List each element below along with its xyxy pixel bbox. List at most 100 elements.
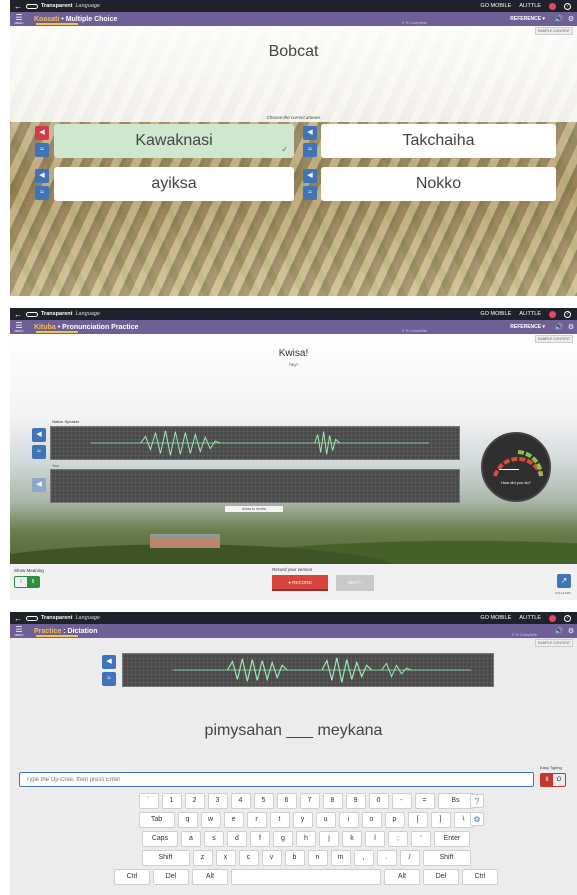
key-Shift[interactable]: Shift xyxy=(141,850,190,866)
key-/[interactable]: / xyxy=(399,850,420,866)
play-audio-icon[interactable]: ◀ xyxy=(32,478,46,492)
key-n[interactable]: n xyxy=(307,850,328,866)
settings-icon[interactable]: ⚙ xyxy=(565,627,577,635)
menu-icon[interactable]: ☰ MENU xyxy=(10,321,28,333)
slow-audio-icon[interactable]: ≈ xyxy=(35,143,49,157)
menu-icon[interactable]: ☰ MENU xyxy=(10,625,28,637)
key-`[interactable]: ` xyxy=(138,793,159,809)
answer-input[interactable] xyxy=(19,772,534,787)
flag-icon[interactable] xyxy=(549,2,556,10)
key-Bs[interactable]: Bs xyxy=(437,793,474,809)
go-mobile-link[interactable]: GO MOBILE xyxy=(480,311,511,317)
key-q[interactable]: q xyxy=(177,812,198,828)
settings-icon[interactable]: ⚙ xyxy=(470,812,484,826)
key-Alt[interactable]: Alt xyxy=(384,869,420,885)
key-h[interactable]: h xyxy=(296,831,316,847)
key-i[interactable]: i xyxy=(338,812,359,828)
key-l[interactable]: l xyxy=(365,831,385,847)
key-Caps[interactable]: Caps xyxy=(142,831,178,847)
user-menu[interactable]: ALITTLE xyxy=(519,311,541,317)
key-7[interactable]: 7 xyxy=(299,793,320,809)
slow-audio-icon[interactable]: ≈ xyxy=(102,672,116,686)
play-audio-icon[interactable]: ◀ xyxy=(303,169,317,183)
key-.[interactable]: . xyxy=(376,850,397,866)
key-s[interactable]: s xyxy=(204,831,224,847)
slow-audio-icon[interactable]: ≈ xyxy=(303,186,317,200)
back-arrow-icon[interactable]: ← xyxy=(10,614,26,623)
key-Del[interactable]: Del xyxy=(423,869,459,885)
back-arrow-icon[interactable]: ← xyxy=(10,310,26,319)
show-meaning-toggle[interactable]: I II xyxy=(14,576,40,588)
key-0[interactable]: 0 xyxy=(368,793,389,809)
key-w[interactable]: w xyxy=(200,812,221,828)
back-arrow-icon[interactable]: ← xyxy=(10,2,26,11)
flag-icon[interactable] xyxy=(549,614,556,622)
audio-icon[interactable]: 🔊 xyxy=(553,627,565,635)
key-e[interactable]: e xyxy=(223,812,244,828)
key-Del[interactable]: Del xyxy=(153,869,189,885)
key-Ctrl[interactable]: Ctrl xyxy=(462,869,498,885)
key-b[interactable]: b xyxy=(284,850,305,866)
key-c[interactable]: c xyxy=(238,850,259,866)
key-f[interactable]: f xyxy=(250,831,270,847)
key-m[interactable]: m xyxy=(330,850,351,866)
user-menu[interactable]: ALITTLE xyxy=(519,3,541,9)
key-Tab[interactable]: Tab xyxy=(138,812,175,828)
slow-audio-icon[interactable]: ≈ xyxy=(32,445,46,459)
key--[interactable]: - xyxy=(391,793,412,809)
key-[[interactable]: [ xyxy=(407,812,428,828)
key-Shift[interactable]: Shift xyxy=(422,850,471,866)
play-audio-icon[interactable]: ◀ xyxy=(35,169,49,183)
flag-icon[interactable] xyxy=(549,310,556,318)
key-y[interactable]: y xyxy=(292,812,313,828)
key-space[interactable] xyxy=(231,869,381,885)
key-2[interactable]: 2 xyxy=(184,793,205,809)
speaker-icon[interactable]: ↗ xyxy=(557,574,571,588)
reference-menu[interactable]: REFERENCE ▾ xyxy=(510,324,545,330)
help-icon[interactable]: ? xyxy=(564,2,571,10)
settings-icon[interactable]: ⚙ xyxy=(565,323,577,331)
key-8[interactable]: 8 xyxy=(322,793,343,809)
play-audio-icon[interactable]: ◀ xyxy=(32,428,46,442)
key-,[interactable]: , xyxy=(353,850,374,866)
key-k[interactable]: k xyxy=(342,831,362,847)
audio-icon[interactable]: 🔊 xyxy=(553,323,565,331)
key-][interactable]: ] xyxy=(430,812,451,828)
answer-option[interactable]: ayiksa xyxy=(54,167,294,201)
key-5[interactable]: 5 xyxy=(253,793,274,809)
slow-audio-icon[interactable]: ≈ xyxy=(35,186,49,200)
play-audio-icon[interactable]: ◀ xyxy=(102,655,116,669)
key-t[interactable]: t xyxy=(269,812,290,828)
easy-typing-toggle[interactable]: II O xyxy=(540,773,566,787)
user-menu[interactable]: ALITTLE xyxy=(519,615,541,621)
key-u[interactable]: u xyxy=(315,812,336,828)
play-audio-icon[interactable]: ◀ xyxy=(303,126,317,140)
slow-audio-icon[interactable]: ≈ xyxy=(303,143,317,157)
answer-option[interactable]: Takchaiha xyxy=(321,124,556,158)
key-a[interactable]: a xyxy=(181,831,201,847)
record-button[interactable]: ● RECORD xyxy=(272,575,328,591)
key-Enter[interactable]: Enter xyxy=(434,831,470,847)
settings-icon[interactable]: ⚙ xyxy=(565,15,577,23)
key-;[interactable]: ; xyxy=(388,831,408,847)
key-4[interactable]: 4 xyxy=(230,793,251,809)
key-d[interactable]: d xyxy=(227,831,247,847)
key-6[interactable]: 6 xyxy=(276,793,297,809)
go-mobile-link[interactable]: GO MOBILE xyxy=(480,615,511,621)
key-r[interactable]: r xyxy=(246,812,267,828)
help-icon[interactable]: ? xyxy=(564,614,571,622)
key-Ctrl[interactable]: Ctrl xyxy=(114,869,150,885)
key-p[interactable]: p xyxy=(384,812,405,828)
key-j[interactable]: j xyxy=(319,831,339,847)
answer-option[interactable]: Kawaknasi ✓ xyxy=(54,124,294,158)
key-v[interactable]: v xyxy=(261,850,282,866)
reference-menu[interactable]: REFERENCE ▾ xyxy=(510,16,545,22)
answer-option[interactable]: Nokko xyxy=(321,167,556,201)
key-9[interactable]: 9 xyxy=(345,793,366,809)
key-Alt[interactable]: Alt xyxy=(192,869,228,885)
help-icon[interactable]: ? xyxy=(470,794,484,808)
key-3[interactable]: 3 xyxy=(207,793,228,809)
next-button[interactable]: NEXT › xyxy=(336,575,374,591)
key-z[interactable]: z xyxy=(192,850,213,866)
audio-icon[interactable]: 🔊 xyxy=(553,15,565,23)
